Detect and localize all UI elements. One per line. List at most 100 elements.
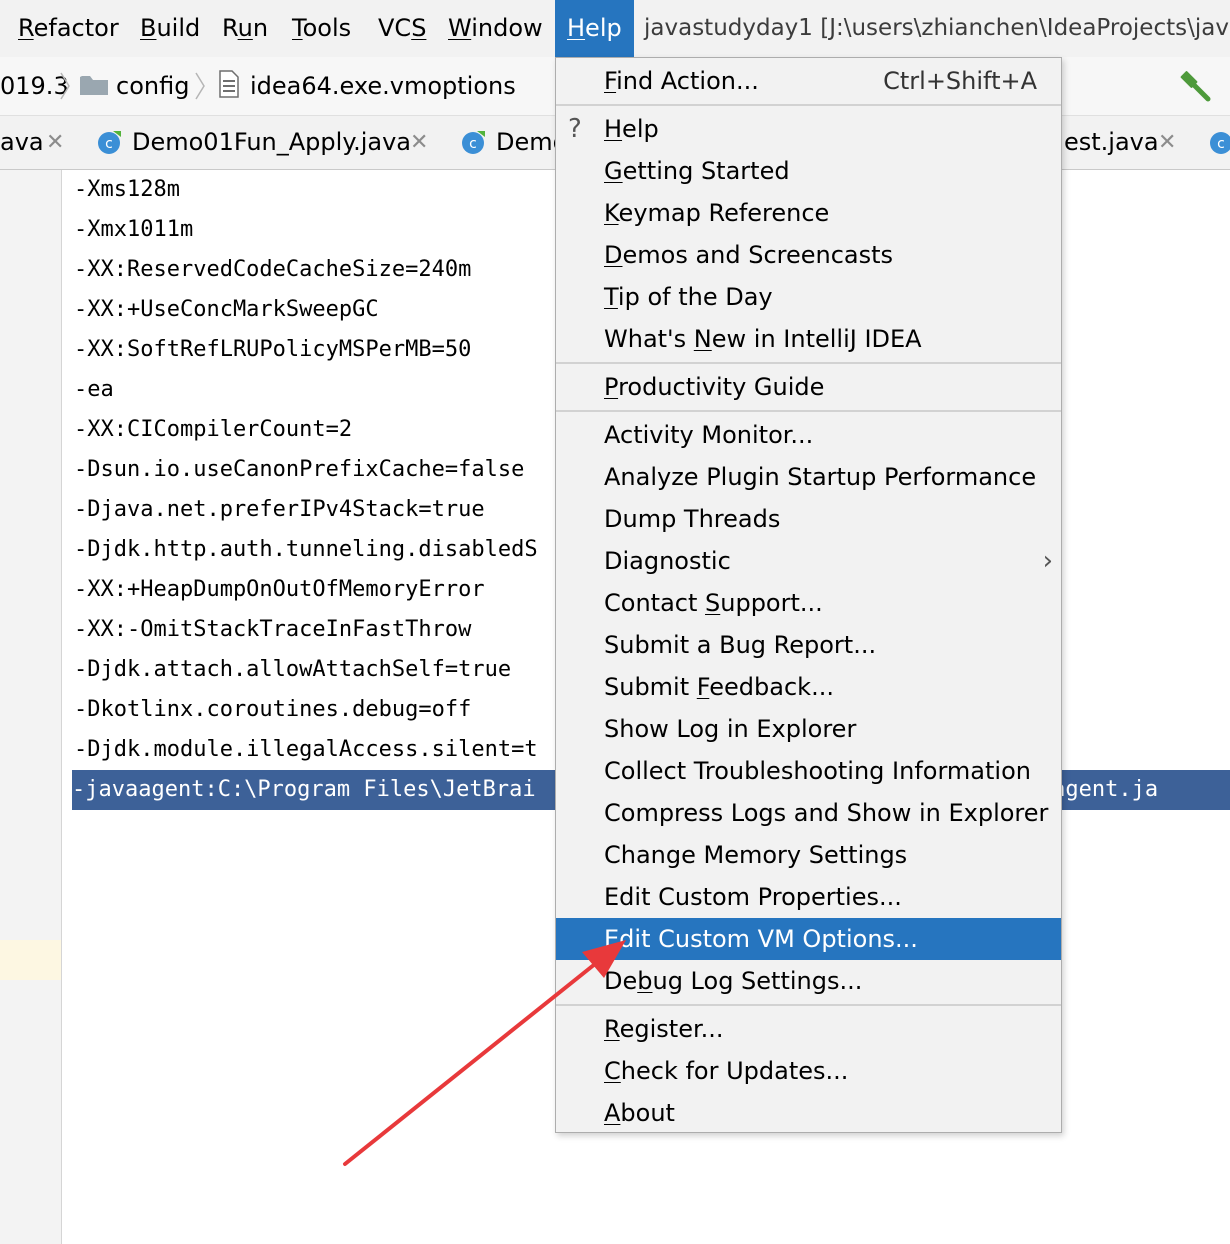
menu-item-edit-custom-properties[interactable]: Edit Custom Properties... — [556, 876, 1061, 918]
code-line[interactable]: -Djdk.attach.allowAttachSelf=true — [74, 650, 511, 690]
code-line[interactable]: -ea — [74, 370, 114, 410]
svg-text:c: c — [469, 136, 477, 152]
close-icon[interactable]: ✕ — [46, 116, 64, 169]
svg-text:c: c — [1217, 136, 1225, 152]
menu-item-label: Show Log in Explorer — [604, 715, 857, 743]
menu-item-help[interactable]: ? Help — [556, 108, 1061, 150]
menu-item-getting-started[interactable]: Getting Started — [556, 150, 1061, 192]
menu-item-label: Keymap Reference — [604, 199, 830, 227]
menu-item-dump-threads[interactable]: Dump Threads — [556, 498, 1061, 540]
menu-item-label: Diagnostic — [604, 547, 731, 575]
class-icon: c — [462, 131, 485, 154]
code-line[interactable]: -XX:ReservedCodeCacheSize=240m — [74, 250, 471, 290]
menu-item-submit-a-bug-report[interactable]: Submit a Bug Report... — [556, 624, 1061, 666]
menu-separator — [556, 104, 1061, 106]
menu-item-show-log-in-explorer[interactable]: Show Log in Explorer — [556, 708, 1061, 750]
close-icon[interactable]: ✕ — [1158, 116, 1176, 169]
menu-item-contact-support[interactable]: Contact Support... — [556, 582, 1061, 624]
file-icon — [219, 70, 239, 98]
tab-test-java[interactable]: est.java — [1064, 116, 1159, 169]
code-line[interactable]: -XX:CICompilerCount=2 — [74, 410, 352, 450]
menu-item-change-memory-settings[interactable]: Change Memory Settings — [556, 834, 1061, 876]
menu-item-shortcut: Ctrl+Shift+A — [883, 67, 1037, 95]
menu-item-label: Debug Log Settings... — [604, 967, 863, 995]
tab-demo01fun-apply[interactable]: Demo01Fun_Apply.java — [132, 116, 411, 169]
hammer-icon[interactable] — [1178, 69, 1212, 103]
menu-run[interactable]: Run — [222, 0, 268, 57]
menu-item-label: Activity Monitor... — [604, 421, 814, 449]
menu-item-label: Change Memory Settings — [604, 841, 908, 869]
gutter-current-line — [0, 940, 61, 980]
code-line[interactable]: -Djdk.module.illegalAccess.silent=t — [74, 730, 538, 770]
code-line[interactable]: -XX:-OmitStackTraceInFastThrow — [74, 610, 471, 650]
menu-item-label: Getting Started — [604, 157, 790, 185]
menu-item-tip-of-the-day[interactable]: Tip of the Day — [556, 276, 1061, 318]
class-icon[interactable]: c — [1208, 129, 1230, 156]
menu-item-label: Collect Troubleshooting Information — [604, 757, 1031, 785]
menu-item-register[interactable]: Register... — [556, 1008, 1061, 1050]
menu-item-what-s-new-in-intellij-idea[interactable]: What's New in IntelliJ IDEA — [556, 318, 1061, 360]
code-line[interactable]: -Xmx1011m — [74, 210, 193, 250]
menu-build[interactable]: Build — [140, 0, 200, 57]
code-line[interactable]: -Djdk.http.auth.tunneling.disabledS — [74, 530, 538, 570]
editor-gutter[interactable] — [0, 170, 62, 1244]
menu-item-collect-troubleshooting-information[interactable]: Collect Troubleshooting Information — [556, 750, 1061, 792]
menu-vcs[interactable]: VCS — [378, 0, 426, 57]
menu-help[interactable]: Help — [555, 0, 634, 57]
folder-icon — [80, 76, 108, 95]
menu-item-edit-custom-vm-options[interactable]: Edit Custom VM Options... — [556, 918, 1061, 960]
menu-item-label: What's New in IntelliJ IDEA — [604, 325, 922, 353]
menu-item-label: Analyze Plugin Startup Performance — [604, 463, 1037, 491]
menu-separator — [556, 362, 1061, 364]
code-line[interactable]: -Dsun.io.useCanonPrefixCache=false — [74, 450, 524, 490]
menu-item-label: Check for Updates... — [604, 1057, 849, 1085]
breadcrumb-file[interactable]: idea64.exe.vmoptions — [250, 57, 516, 115]
code-line[interactable]: -Dkotlinx.coroutines.debug=off — [74, 690, 471, 730]
code-line[interactable]: -XX:+UseConcMarkSweepGC — [74, 290, 379, 330]
menu-item-about[interactable]: About — [556, 1092, 1061, 1134]
menu-item-analyze-plugin-startup-performance[interactable]: Analyze Plugin Startup Performance — [556, 456, 1061, 498]
code-line[interactable]: -Djava.net.preferIPv4Stack=true — [74, 490, 485, 530]
menu-item-diagnostic[interactable]: Diagnostic › — [556, 540, 1061, 582]
code-line[interactable]: -XX:+HeapDumpOnOutOfMemoryError — [74, 570, 485, 610]
menu-tools[interactable]: Tools — [292, 0, 351, 57]
menu-item-label: Edit Custom VM Options... — [604, 925, 918, 953]
menu-item-keymap-reference[interactable]: Keymap Reference — [556, 192, 1061, 234]
menu-item-find-action[interactable]: Find Action... Ctrl+Shift+A — [556, 60, 1061, 102]
menu-item-submit-feedback[interactable]: Submit Feedback... — [556, 666, 1061, 708]
close-icon[interactable]: ✕ — [410, 116, 428, 169]
chevron-right-icon — [195, 72, 205, 100]
menu-item-label: Dump Threads — [604, 505, 781, 533]
menu-item-demos-and-screencasts[interactable]: Demos and Screencasts — [556, 234, 1061, 276]
menu-item-productivity-guide[interactable]: Productivity Guide — [556, 366, 1061, 408]
menu-refactor[interactable]: Refactor — [18, 0, 119, 57]
menu-window[interactable]: Window — [448, 0, 543, 57]
menu-item-label: Help — [604, 115, 659, 143]
menu-item-label: Register... — [604, 1015, 724, 1043]
menu-item-label: Edit Custom Properties... — [604, 883, 902, 911]
menu-item-label: Demos and Screencasts — [604, 241, 894, 269]
menu-item-label: Contact Support... — [604, 589, 823, 617]
menu-item-label: Find Action... — [604, 67, 759, 95]
chevron-right-icon: › — [1042, 546, 1053, 576]
menu-item-label: Submit Feedback... — [604, 673, 834, 701]
help-dropdown-menu: Find Action... Ctrl+Shift+A? Help Getting S… — [555, 57, 1062, 1133]
window-title: javastudyday1 [J:\users\zhianchen\IdeaPr… — [644, 15, 1230, 41]
menu-item-activity-monitor[interactable]: Activity Monitor... — [556, 414, 1061, 456]
menu-separator — [556, 1004, 1061, 1006]
tab-java-file[interactable]: ava — [0, 116, 44, 169]
class-icon: c — [98, 131, 121, 154]
svg-text:c: c — [105, 136, 113, 152]
menu-item-check-for-updates[interactable]: Check for Updates... — [556, 1050, 1061, 1092]
breadcrumb-config[interactable]: config — [116, 57, 189, 115]
menu-item-label: Tip of the Day — [604, 283, 773, 311]
menu-item-label: About — [604, 1099, 675, 1127]
main-menu-bar: Refactor Build Run Tools VCS Window Help… — [0, 0, 1230, 57]
code-line[interactable]: -XX:SoftRefLRUPolicyMSPerMB=50 — [74, 330, 471, 370]
menu-item-label: Productivity Guide — [604, 373, 825, 401]
menu-item-compress-logs-and-show-in-explorer[interactable]: Compress Logs and Show in Explorer — [556, 792, 1061, 834]
help-question-icon: ? — [568, 114, 582, 144]
code-line[interactable]: -Xms128m — [74, 170, 180, 210]
menu-item-debug-log-settings[interactable]: Debug Log Settings... — [556, 960, 1061, 1002]
menu-item-label: Compress Logs and Show in Explorer — [604, 799, 1049, 827]
